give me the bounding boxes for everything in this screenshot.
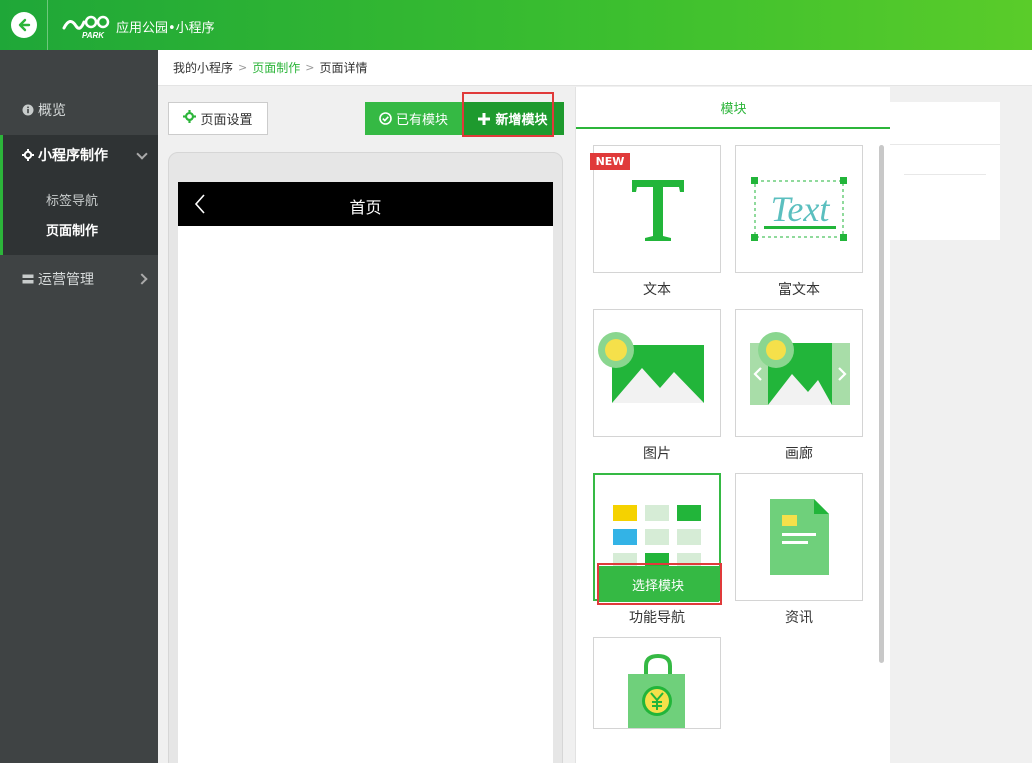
module-label-text: 文本: [643, 282, 671, 298]
chevron-down-icon: [136, 148, 148, 160]
page-settings-label: 页面设置: [200, 113, 253, 128]
breadcrumb-page-detail: 页面详情: [319, 61, 368, 75]
property-preview-panel: [890, 102, 1000, 240]
page-settings-button[interactable]: 页面设置: [168, 102, 268, 135]
divider: [890, 144, 1000, 145]
divider: [904, 174, 986, 175]
chevron-right-icon: [136, 273, 148, 285]
top-bar: PARK 应用公园•小程序: [0, 0, 1032, 50]
module-tile-news[interactable]: [735, 473, 863, 601]
tab-modules[interactable]: 模块: [576, 87, 891, 129]
highlight-box: [462, 92, 554, 137]
sidebar-item-make[interactable]: 小程序制作: [0, 135, 158, 175]
logo-text: PARK: [82, 31, 105, 40]
document-icon: [770, 499, 829, 575]
phone-nav-bar: 首页: [178, 182, 553, 226]
module-label-rich-text: 富文本: [778, 282, 820, 298]
breadcrumb: 我的小程序 > 页面制作 > 页面详情: [158, 50, 1032, 86]
module-label-function-nav: 功能导航: [629, 610, 685, 626]
back-arrow-icon: [10, 12, 37, 38]
phone-page-title: 首页: [349, 198, 382, 217]
existing-modules-button[interactable]: 已有模块: [365, 102, 462, 135]
module-panel-scrollbar[interactable]: [879, 145, 884, 663]
module-label-image: 图片: [643, 446, 671, 462]
image-icon: [598, 332, 704, 403]
server-icon: [22, 273, 34, 285]
module-tile-image[interactable]: [593, 309, 721, 437]
rich-text-sample: Text: [771, 189, 831, 229]
sidebar-subitem-tab-nav[interactable]: 标签导航: [46, 190, 98, 209]
check-circle-icon: [379, 112, 392, 125]
phone-screen[interactable]: [178, 226, 553, 763]
breadcrumb-separator-icon: >: [305, 61, 315, 74]
sidebar-item-ops[interactable]: 运营管理: [0, 259, 158, 299]
gear-icon: [22, 149, 34, 161]
app-park-logo[interactable]: PARK: [62, 10, 112, 40]
new-badge: NEW: [590, 153, 630, 170]
highlight-box: [597, 563, 722, 605]
sidebar: 概览 小程序制作 标签导航 页面制作 运营管理: [0, 50, 158, 763]
gear-icon: [183, 110, 197, 127]
gallery-icon: [750, 332, 850, 405]
breadcrumb-separator-icon: >: [238, 61, 248, 74]
sidebar-subitem-page-make[interactable]: 页面制作: [46, 220, 98, 239]
existing-modules-label: 已有模块: [395, 113, 448, 128]
sidebar-item-overview[interactable]: 概览: [0, 90, 158, 130]
back-button[interactable]: [0, 0, 48, 50]
rich-text-icon: Text: [751, 177, 847, 241]
shopping-bag-yen-icon: [628, 653, 685, 728]
breadcrumb-my-miniprogram[interactable]: 我的小程序: [173, 59, 233, 76]
sidebar-item-label: 运营管理: [38, 272, 94, 288]
module-label-gallery: 画廊: [785, 446, 813, 462]
info-icon: [22, 104, 34, 116]
sidebar-item-label: 概览: [38, 103, 66, 119]
module-tile-gallery[interactable]: [735, 309, 863, 437]
app-name: 应用公园•小程序: [116, 21, 215, 36]
sidebar-item-label: 小程序制作: [38, 148, 108, 164]
module-label-news: 资讯: [785, 610, 813, 626]
module-tile-rich-text[interactable]: Text: [735, 145, 863, 273]
module-tile-shop[interactable]: [593, 637, 721, 729]
breadcrumb-page-make[interactable]: 页面制作: [252, 59, 300, 76]
